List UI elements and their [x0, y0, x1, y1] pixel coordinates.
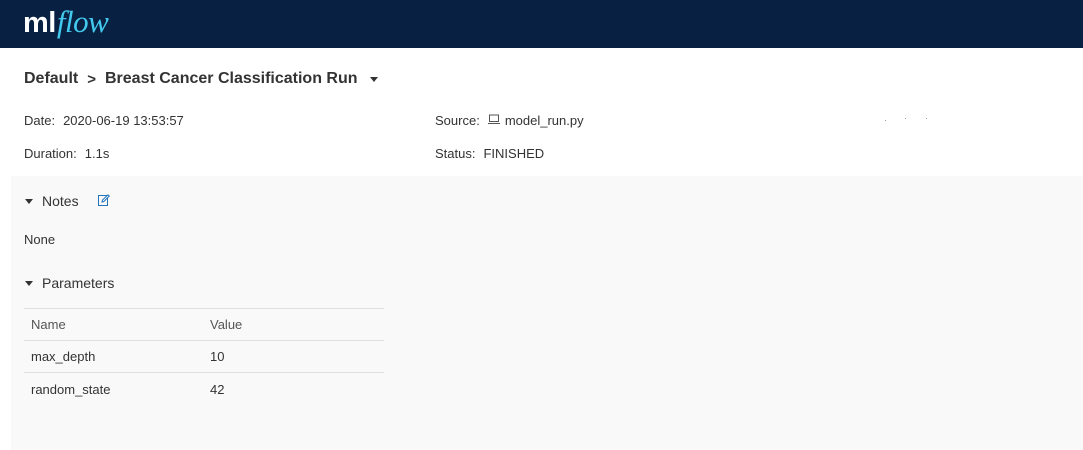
duration-value: 1.1s — [84, 146, 110, 161]
caret-down-icon[interactable] — [25, 198, 33, 204]
monitor-icon — [487, 113, 500, 128]
notes-title: Notes — [42, 193, 79, 209]
table-row: max_depth 10 — [24, 341, 384, 373]
date-value: 2020-06-19 13:53:57 — [63, 113, 184, 128]
run-source: Source: model_run.py — [435, 113, 584, 128]
background-specks — [885, 118, 929, 122]
edit-icon[interactable] — [97, 193, 110, 209]
param-value: 42 — [210, 381, 225, 397]
top-navbar: ml flow — [0, 0, 1083, 48]
parameters-section-header[interactable]: Parameters — [25, 275, 114, 291]
date-label: Date: — [24, 113, 56, 128]
table-row: random_state 42 — [24, 373, 384, 405]
logo-ml-text: ml — [23, 7, 56, 39]
source-label: Source: — [435, 113, 480, 128]
parameters-title: Parameters — [42, 275, 115, 291]
run-duration: Duration: 1.1s — [24, 146, 109, 161]
status-label: Status: — [435, 146, 476, 161]
run-status: Status: FINISHED — [435, 146, 544, 161]
duration-label: Duration: — [24, 146, 77, 161]
param-name: random_state — [31, 381, 111, 397]
table-header-row: Name Value — [24, 309, 384, 341]
run-date: Date: 2020-06-19 13:53:57 — [24, 113, 184, 128]
logo-flow-text: flow — [56, 4, 109, 39]
notes-section-header[interactable]: Notes — [25, 193, 110, 209]
source-value[interactable]: model_run.py — [505, 113, 584, 128]
mlflow-logo[interactable]: ml flow — [23, 4, 109, 44]
caret-down-icon[interactable] — [25, 280, 33, 286]
status-value: FINISHED — [483, 146, 545, 161]
breadcrumb-experiment-link[interactable]: Default — [24, 70, 78, 88]
breadcrumb: Default > Breast Cancer Classification R… — [24, 68, 378, 90]
run-menu-dropdown-icon[interactable] — [369, 76, 378, 82]
column-header-name: Name — [31, 317, 66, 332]
param-value: 10 — [210, 349, 225, 364]
notes-content: None — [24, 232, 56, 247]
column-header-value: Value — [210, 317, 243, 332]
parameters-table: Name Value max_depth 10 random_state 42 — [24, 308, 384, 405]
param-name: max_depth — [31, 349, 96, 364]
breadcrumb-run-name: Breast Cancer Classification Run — [105, 70, 358, 87]
breadcrumb-separator: > — [87, 70, 96, 88]
